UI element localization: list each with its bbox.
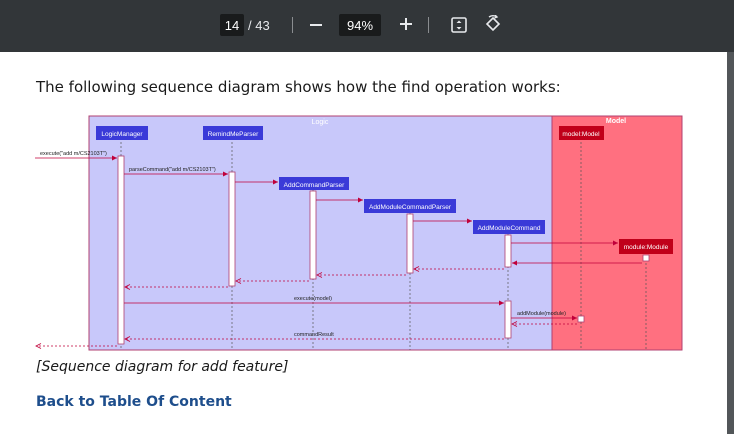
participant-add-module-command-parser-label: AddModuleCommandParser	[369, 204, 452, 211]
participant-logic-manager-label: LogicManager	[101, 131, 143, 138]
model-frame	[551, 115, 683, 351]
toolbar-divider	[428, 17, 429, 33]
message-execute-model-label: execute(model)	[294, 296, 332, 302]
logic-frame-label: Logic	[312, 119, 329, 126]
participant-remindme-parser-label: RemindMeParser	[208, 131, 259, 138]
pdf-toolbar: 14 / 43 94%	[0, 0, 734, 52]
diagram-caption: [Sequence diagram for add feature]	[36, 359, 289, 375]
plus-icon	[400, 18, 412, 30]
participant-add-command-parser-label: AddCommandParser	[284, 182, 346, 189]
participant-module-label: module:Module	[624, 244, 669, 251]
message-execute-label: execute("add m/CS2103T")	[40, 151, 107, 157]
zoom-level-input[interactable]: 94%	[339, 14, 381, 36]
minus-icon	[310, 24, 322, 26]
sequence-diagram: Logic Model LogicManager RemindMeParser …	[35, 115, 683, 351]
message-add-module-label: addModule(module)	[517, 311, 566, 317]
page-total: / 43	[248, 17, 270, 33]
intro-paragraph: The following sequence diagram shows how…	[36, 78, 561, 96]
fit-to-page-button[interactable]	[449, 15, 469, 35]
participant-add-module-command-label: AddModuleCommand	[478, 225, 541, 232]
fit-to-page-icon	[451, 17, 467, 33]
participant-model-label: model:Model	[562, 131, 600, 138]
pdf-page: The following sequence diagram shows how…	[0, 52, 727, 434]
message-parse-command-label: parseCommand("add m/CS2103T")	[129, 167, 216, 173]
page-number-input[interactable]: 14	[220, 14, 244, 36]
rotate-icon	[485, 15, 501, 32]
model-frame-label: Model	[606, 118, 626, 125]
rotate-button[interactable]	[482, 14, 504, 36]
back-to-toc-link[interactable]: Back to Table Of Content	[36, 394, 232, 410]
toolbar-divider	[292, 17, 293, 33]
zoom-out-button[interactable]	[306, 13, 326, 37]
zoom-in-button[interactable]	[396, 11, 416, 37]
scrollbar[interactable]	[727, 52, 734, 434]
message-command-result-label: commandResult	[294, 332, 334, 338]
